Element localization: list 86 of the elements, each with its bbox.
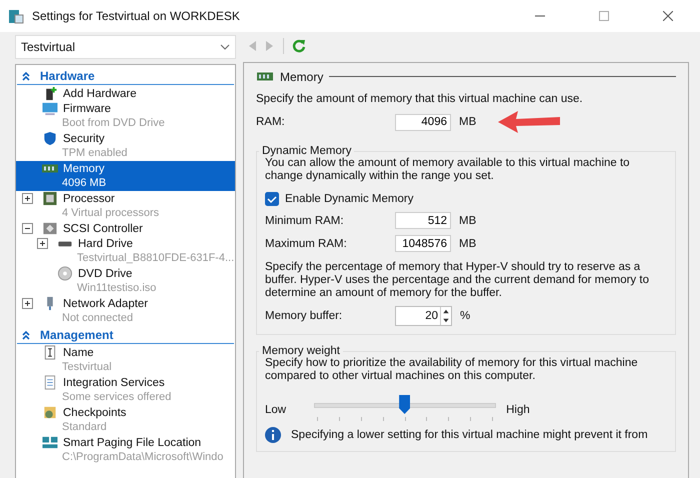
item-detail: Win11testiso.iso (76, 281, 158, 296)
caret-icon (220, 44, 230, 50)
item-label: Firmware (63, 102, 111, 114)
item-detail: Testvirtual (61, 360, 113, 375)
description-text: Specify the percentage of memory that Hyper-V should try to reserve as a buffer. Hyper-V uses the percentage and the current demand for memory to determine an amount of memory for the buffer. (265, 261, 650, 300)
description-text: Specify how to prioritize the availability of memory for this virtual machine compared to other virtual machines on this computer. (265, 357, 639, 383)
slider-max-label: High (506, 404, 530, 416)
item-label: SCSI Controller (63, 222, 143, 234)
tree-item[interactable]: Firmware Boot from DVD Drive (16, 101, 235, 131)
description-text: You can allow the amount of memory available to this virtual machine to change dynamically within the range you set. (265, 157, 631, 183)
group-title: Dynamic Memory (261, 145, 352, 157)
disc-icon (56, 266, 74, 281)
minimum-ram-input[interactable]: 512 (395, 212, 451, 229)
slider-thumb[interactable] (399, 395, 410, 414)
monitor-icon (41, 101, 59, 116)
maximize-icon (599, 11, 609, 21)
expand-toggle[interactable] (37, 238, 48, 249)
field-label: Memory buffer: (265, 310, 344, 322)
tree-item[interactable]: SCSI Controller (16, 221, 235, 236)
tree-item[interactable]: Smart Paging File Location C:\ProgramData\Microsoft\Windo (16, 435, 235, 465)
field-label: Minimum RAM: (265, 214, 345, 226)
collapse-toggle[interactable] (22, 223, 33, 234)
field-label: RAM: (256, 116, 286, 128)
spin-arrows-icon[interactable] (440, 307, 451, 325)
chip-icon (41, 191, 59, 206)
refresh-icon[interactable] (292, 39, 306, 53)
item-detail: TPM enabled (61, 146, 128, 161)
close-icon (663, 11, 673, 21)
tree-item[interactable]: DVD Drive Win11testiso.iso (31, 266, 235, 296)
tree-item[interactable]: Checkpoints Standard (16, 405, 235, 435)
item-detail: 4096 MB (61, 176, 108, 191)
unit-label: MB (459, 238, 476, 250)
unit-label: MB (459, 116, 476, 128)
checkbox-label: Enable Dynamic Memory (285, 193, 414, 205)
collapse-chevron-icon[interactable] (21, 70, 31, 80)
maximum-ram-input[interactable]: 1048576 (395, 235, 451, 252)
item-detail: Testvirtual_B8810FDE-631F-4... (76, 251, 235, 266)
expand-toggle[interactable] (22, 298, 33, 309)
item-label: Checkpoints (63, 406, 126, 418)
item-label: Hard Drive (78, 238, 133, 250)
item-label: Network Adapter (63, 298, 148, 310)
item-label: DVD Drive (78, 268, 132, 280)
tree-item[interactable]: Security TPM enabled (16, 131, 235, 161)
memory-pages-icon (41, 435, 59, 450)
panel-title: Memory (280, 70, 324, 84)
section-header[interactable]: Hardware (17, 67, 234, 85)
intro-text: Specify the amount of memory that this virtual machine can use. (256, 93, 584, 106)
slider-min-label: Low (265, 404, 286, 416)
item-detail: Some services offered (61, 390, 172, 405)
unit-label: % (460, 310, 470, 322)
info-text: Specifying a lower setting for this virtual machine might prevent it from (291, 429, 648, 441)
item-detail: Not connected (61, 311, 134, 326)
section-title: Hardware (40, 68, 95, 82)
field-label: Maximum RAM: (265, 238, 348, 250)
memory-buffer-spinner[interactable]: 20 (395, 306, 452, 326)
tree-item[interactable]: Processor 4 Virtual processors (16, 191, 235, 221)
tree-item[interactable]: Network Adapter Not connected (16, 296, 235, 326)
item-label: Integration Services (63, 376, 165, 388)
window-title: Settings for Testvirtual on WORKDESK (32, 9, 240, 23)
section-title: Management (40, 328, 114, 342)
item-label: Add Hardware (63, 88, 137, 100)
item-detail: Standard (61, 420, 108, 435)
item-label: Memory (63, 162, 105, 174)
section-header[interactable]: Management (17, 326, 234, 344)
item-label: Security (63, 132, 105, 144)
tree-item[interactable]: Name Testvirtual (16, 345, 235, 375)
item-label: Smart Paging File Location (63, 436, 202, 448)
item-detail: 4 Virtual processors (61, 206, 160, 221)
item-label: Name (63, 346, 94, 358)
checkbox[interactable] (265, 192, 279, 206)
item-label: Processor (63, 192, 115, 204)
info-icon (265, 427, 281, 443)
tree-item[interactable]: Hard Drive Testvirtual_B8810FDE-631F-4... (31, 236, 235, 266)
tree-item[interactable]: Integration Services Some services offered (16, 375, 235, 405)
group-title: Memory weight (261, 345, 341, 357)
tree-item[interactable]: Add Hardware (16, 86, 235, 101)
ram-input[interactable]: 4096 (395, 114, 451, 130)
item-detail: C:\ProgramData\Microsoft\Windo (61, 450, 224, 465)
settings-window-icon (8, 8, 24, 24)
unit-label: MB (459, 214, 476, 226)
vm-dropdown[interactable]: Testvirtual (15, 35, 236, 59)
expand-toggle[interactable] (22, 193, 33, 204)
item-detail: Boot from DVD Drive (61, 116, 166, 131)
tree-item[interactable]: Memory 4096 MB (16, 161, 235, 191)
controller-icon (41, 221, 59, 236)
collapse-chevron-icon[interactable] (21, 330, 31, 340)
